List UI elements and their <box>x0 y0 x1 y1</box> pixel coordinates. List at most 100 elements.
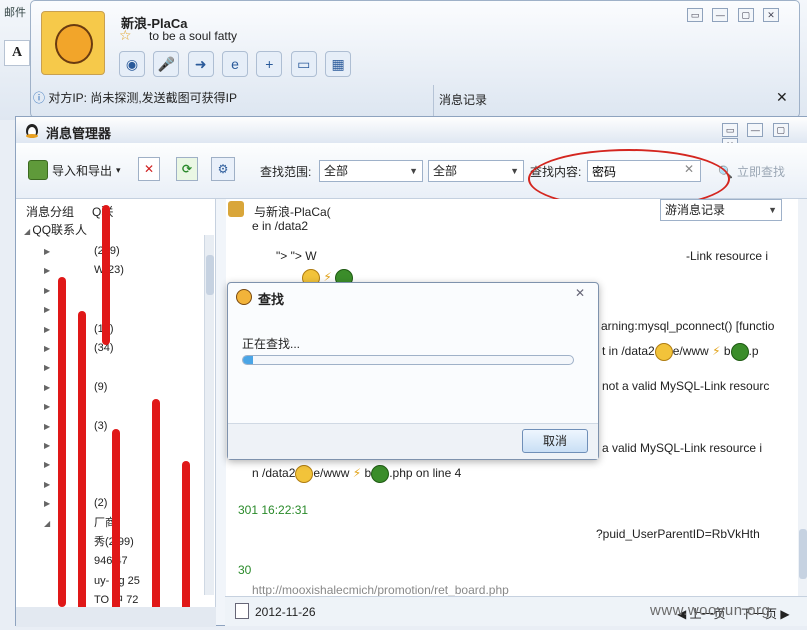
tree-collapsed-icon[interactable]: ▶ <box>44 397 54 417</box>
calendar-icon[interactable] <box>235 603 249 619</box>
delete-button[interactable]: ✕ <box>138 157 160 181</box>
find-dialog-close-button[interactable]: ✕ <box>575 286 585 300</box>
message-groups-sidebar: 消息分组 Q联 ◢ QQ联系人 ▶(219)▶W(23)▶▶▶(10)▶(34)… <box>16 199 216 626</box>
remote-desktop-icon[interactable]: ▭ <box>290 51 317 77</box>
tree-collapsed-icon[interactable]: ▶ <box>44 281 54 301</box>
message-line: -Link resource i <box>686 249 769 263</box>
tree-expanded-icon[interactable]: ◢ <box>44 514 54 534</box>
chat-window-buttons: ▭ — ▢ ✕ <box>681 7 780 22</box>
search-range-label: 查找范围: <box>260 165 312 179</box>
tree-collapsed-icon[interactable]: ▶ <box>44 378 54 398</box>
contact-group-item[interactable]: ▶ (9) <box>44 377 107 397</box>
chat-close-button[interactable]: ✕ <box>763 8 780 22</box>
manager-skin-button[interactable]: ▭ <box>722 123 738 137</box>
tree-collapsed-icon[interactable]: ▶ <box>44 339 54 359</box>
transfer-file-icon[interactable]: ➜ <box>187 51 214 77</box>
video-call-icon[interactable]: ◉ <box>119 51 145 77</box>
message-manage-button[interactable]: ⚙ <box>211 157 235 181</box>
voice-call-icon[interactable]: 🎤 <box>153 51 180 77</box>
app-box-icon[interactable]: ▦ <box>325 51 352 77</box>
tree-collapsed-icon[interactable]: ▶ <box>44 300 54 320</box>
contact-group-item[interactable]: ▶ <box>44 435 94 455</box>
tree-collapsed-icon[interactable]: ▶ <box>44 242 54 262</box>
remote-assist-icon[interactable]: e <box>222 51 249 77</box>
chevron-down-icon: ▼ <box>409 166 418 176</box>
turtle-emoticon-icon <box>730 343 749 361</box>
contact-group-item[interactable]: ▶ (2) <box>44 493 107 513</box>
message-text: b <box>723 344 731 359</box>
contact-group-item[interactable]: ▶ <box>44 474 94 494</box>
divider <box>433 85 434 119</box>
contact-group-item[interactable]: ▶ <box>44 280 94 300</box>
message-line: n /data2 e/www ⚡ b .php on line 4 <box>252 465 461 483</box>
redaction-stroke <box>152 399 160 625</box>
tree-root-qq-contacts[interactable]: ◢ QQ联系人 <box>24 221 87 238</box>
tree-collapsed-icon[interactable]: ▶ <box>44 320 54 340</box>
refresh-button[interactable]: ⟳ <box>176 157 198 181</box>
contact-group-item[interactable]: ▶ <box>44 299 94 319</box>
tree-collapsed-icon[interactable]: ▶ <box>44 475 54 495</box>
contact-group-item[interactable]: ▶ <box>44 454 94 474</box>
import-export-icon <box>28 160 48 180</box>
current-date[interactable]: 2012-11-26 <box>255 605 316 619</box>
search-range-select[interactable]: 全部 ▼ <box>319 160 423 182</box>
message-link[interactable]: http://mooxishalecmich/promotion/ret_boa… <box>252 583 509 597</box>
contact-group-item[interactable]: ▶ <box>44 357 94 377</box>
message-text: e/www <box>313 466 350 481</box>
tree-collapsed-icon[interactable]: ▶ <box>44 436 54 456</box>
chat-skin-button[interactable]: ▭ <box>687 8 703 22</box>
history-close-button[interactable]: ✕ <box>776 89 788 106</box>
message-text: .p <box>748 344 759 359</box>
avatar[interactable] <box>41 11 105 75</box>
message-scrollbar[interactable] <box>798 199 807 607</box>
message-line: "> "> W <box>276 249 317 263</box>
lightning-emoticon-icon: ⚡ <box>712 344 721 359</box>
contact-group-item[interactable]: ▶ <box>44 396 94 416</box>
find-progress-bar <box>242 355 574 365</box>
sidebar-scrollbar[interactable] <box>204 235 214 595</box>
message-line: ?puid_UserParentID=RbVkHth <box>596 527 760 541</box>
message-line: arning:mysql_pconnect() [functio <box>601 319 775 333</box>
message-filter-value: 游消息记录 <box>665 203 726 217</box>
watermark: www.wooyun.org <box>650 602 771 619</box>
chat-toolbar: ◉ 🎤 ➜ e + ▭ ▦ <box>119 51 356 81</box>
message-pane-header: 与新浪-PlaCa( <box>254 205 331 219</box>
tree-collapsed-icon[interactable]: ▶ <box>44 417 54 437</box>
search-type-value: 全部 <box>433 164 458 178</box>
manager-toolbar: 导入和导出 ▾ ✕ ⟳ ⚙ 查找范围: 全部 ▼ 全部 ▼ 查找内容: ✕ 🔍 … <box>16 143 807 209</box>
manager-maximize-button[interactable]: ▢ <box>772 123 789 137</box>
message-line: a valid MySQL-Link resource i <box>602 441 763 455</box>
chat-window: 新浪-PlaCa ☆ to be a soul fatty ◉ 🎤 ➜ e + … <box>30 0 800 119</box>
manager-title: 消息管理器 <box>46 126 112 141</box>
search-type-select[interactable]: 全部 ▼ <box>428 160 524 182</box>
message-text: n /data2 <box>252 466 296 481</box>
tree-collapsed-icon[interactable]: ▶ <box>44 494 54 514</box>
message-line: e in /data2 <box>252 219 309 233</box>
redaction-stroke <box>58 277 66 607</box>
tree-collapsed-icon[interactable]: ▶ <box>44 261 54 281</box>
search-range-value: 全部 <box>324 164 349 178</box>
contact-group-item[interactable]: ▶W(23) <box>44 260 124 280</box>
chat-ip-info-text: 对方IP: 尚未探测,发送截图可获得IP <box>48 91 238 105</box>
contact-group-item[interactable]: ▶ (3) <box>44 416 107 436</box>
import-export-button[interactable]: 导入和导出 ▾ <box>28 158 121 182</box>
cancel-button[interactable]: 取消 <box>522 429 588 453</box>
message-text: b <box>364 466 372 481</box>
qq-penguin-icon <box>236 289 252 305</box>
manager-titlebar: 消息管理器 ▭ — ▢ ✕ <box>16 117 807 152</box>
tree-collapsed-icon[interactable]: ▶ <box>44 455 54 475</box>
find-status-text: 正在查找... <box>242 337 301 351</box>
chat-maximize-button[interactable]: ▢ <box>737 8 754 22</box>
chat-minimize-button[interactable]: — <box>712 8 729 22</box>
history-panel-title: 消息记录 <box>439 93 488 107</box>
chevron-down-icon: ▼ <box>768 205 777 215</box>
message-filter-select[interactable]: 游消息记录 ▼ <box>660 199 782 221</box>
manager-minimize-button[interactable]: — <box>747 123 764 137</box>
info-icon: ⓘ <box>33 91 49 105</box>
lightning-emoticon-icon: ⚡ <box>352 466 362 481</box>
background-format-button[interactable]: A <box>4 40 30 66</box>
tree-collapsed-icon[interactable]: ▶ <box>44 358 54 378</box>
sidebar-title[interactable]: 消息分组 <box>26 203 74 220</box>
add-chat-icon[interactable]: + <box>256 51 283 77</box>
message-text: t in /data2 <box>602 344 655 359</box>
